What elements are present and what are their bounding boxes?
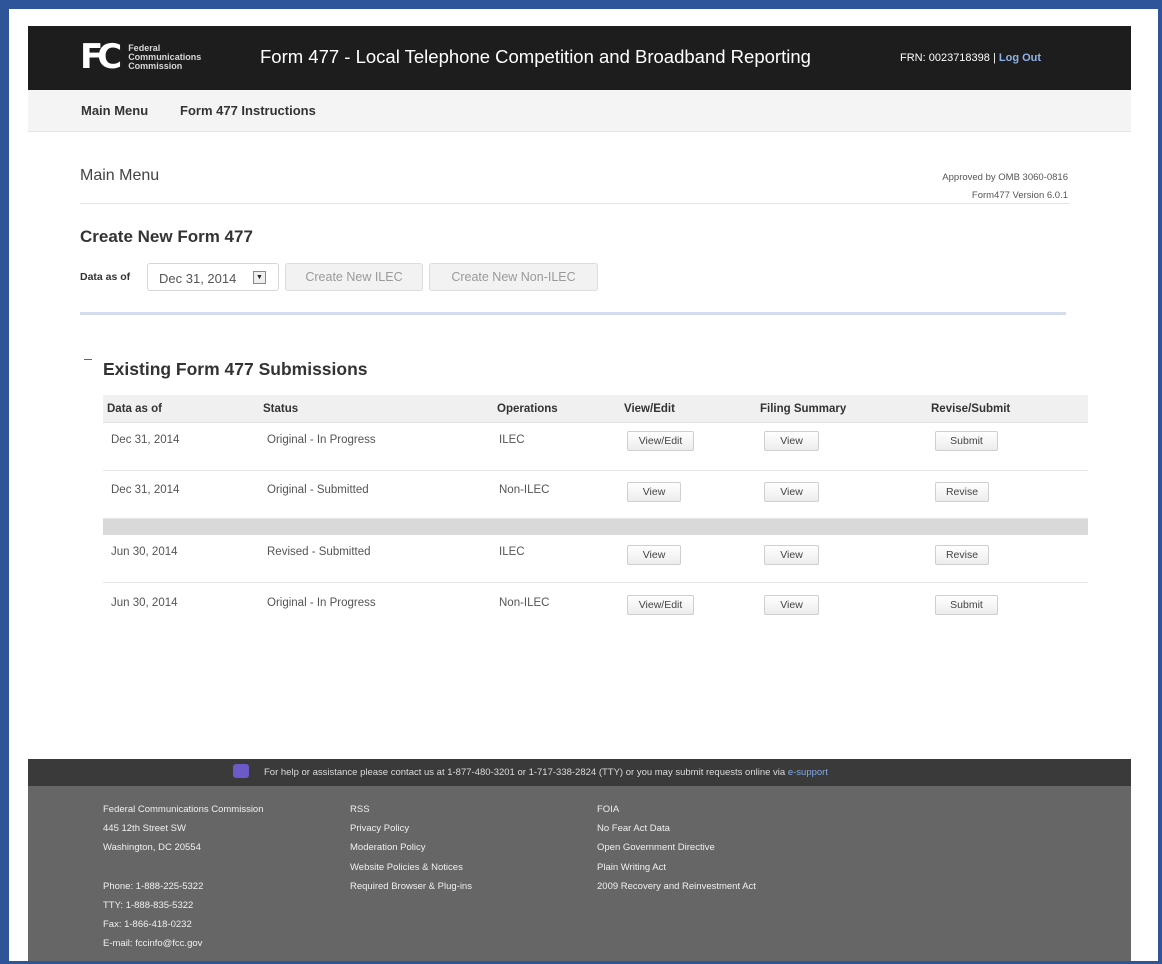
site-header: FC Federal Communications Commission For… [28,26,1131,90]
row-status: Revised - Submitted [267,546,371,558]
footer-link-no-fear[interactable]: No Fear Act Data [597,819,756,838]
app-title: Form 477 - Local Telephone Competition a… [260,46,811,67]
nav-bar: Main Menu Form 477 Instructions [28,90,1131,132]
view-button[interactable]: View [627,482,681,502]
row-date: Jun 30, 2014 [111,546,178,558]
table-row: Jun 30, 2014 Revised - Submitted ILEC Vi… [103,535,1088,583]
footer-link-browser-plugins[interactable]: Required Browser & Plug-ins [350,877,472,896]
filing-summary-view-button[interactable]: View [764,431,819,451]
row-operations: ILEC [499,434,525,446]
row-status: Original - In Progress [267,597,376,609]
filing-summary-view-button[interactable]: View [764,545,819,565]
row-status: Original - In Progress [267,434,376,446]
footer-link-rss[interactable]: RSS [350,800,472,819]
row-operations: Non-ILEC [499,597,550,609]
footer-address: Federal Communications Commission 445 12… [103,800,264,953]
revise-button[interactable]: Revise [935,545,989,565]
dropdown-arrow-icon[interactable]: ▼ [253,271,266,284]
nav-main-menu[interactable]: Main Menu [81,103,148,118]
col-header-data-as-of: Data as of [107,403,162,415]
frn-number: FRN: 0023718398 | [900,52,996,64]
footer-link-website-policies[interactable]: Website Policies & Notices [350,858,472,877]
section-divider [80,312,1066,315]
data-as-of-label: Data as of [80,271,131,283]
row-status: Original - Submitted [267,484,369,496]
footer-org-name: Federal Communications Commission [103,804,264,815]
footer-phone: Phone: 1-888-225-5322 [103,880,204,892]
table-row: Dec 31, 2014 Original - In Progress ILEC… [103,423,1088,471]
omb-approval: Approved by OMB 3060-0816 Form477 Versio… [942,169,1068,205]
logo-line-3: Commission [128,60,183,71]
col-header-view-edit: View/Edit [624,403,675,415]
help-text: For help or assistance please contact us… [264,767,828,778]
submit-button[interactable]: Submit [935,431,998,451]
window-frame-right [1158,0,1162,964]
omb-number: Approved by OMB 3060-0816 [942,172,1068,183]
view-edit-button[interactable]: View/Edit [627,431,694,451]
footer-link-open-gov[interactable]: Open Government Directive [597,838,756,857]
create-section-title: Create New Form 477 [80,227,253,246]
col-header-revise-submit: Revise/Submit [931,403,1011,415]
view-button[interactable]: View [627,545,681,565]
footer-link-privacy[interactable]: Privacy Policy [350,819,472,838]
revise-button[interactable]: Revise [935,482,989,502]
create-new-ilec-button[interactable]: Create New ILEC [285,263,423,291]
footer-city: Washington, DC 20554 [103,842,201,854]
data-as-of-select[interactable]: Dec 31, 2014 ▼ [147,263,279,291]
footer-link-plain-writing[interactable]: Plain Writing Act [597,858,756,877]
table-row: Jun 30, 2014 Original - In Progress Non-… [103,583,1088,631]
footer-fax: Fax: 1-866-418-0232 [103,919,192,931]
divider [80,203,1070,204]
user-info: FRN: 0023718398 | Log Out [900,52,1041,64]
row-date: Dec 31, 2014 [111,484,180,496]
fcc-logo-mark: FC [80,37,122,77]
table-row: Dec 31, 2014 Original - Submitted Non-IL… [103,471,1088,519]
footer-link-foia[interactable]: FOIA [597,800,756,819]
nav-form-instructions[interactable]: Form 477 Instructions [180,103,316,118]
row-operations: ILEC [499,546,525,558]
row-operations: Non-ILEC [499,484,550,496]
footer-links-col2: RSS Privacy Policy Moderation Policy Web… [350,800,472,896]
fcc-logo[interactable]: FC Federal Communications Commission [80,40,201,74]
fcc-logo-text: Federal Communications Commission [128,43,201,71]
chat-icon [233,764,249,778]
selected-date: Dec 31, 2014 [159,271,237,286]
col-header-operations: Operations [497,403,558,415]
existing-section-title: Existing Form 477 Submissions [103,359,368,379]
footer-email[interactable]: E-mail: fccinfo@fcc.gov [103,934,264,953]
filing-summary-view-button[interactable]: View [764,482,819,502]
window-frame-top [0,0,1162,9]
group-separator [103,519,1088,535]
col-header-status: Status [263,403,299,415]
footer-link-recovery-act[interactable]: 2009 Recovery and Reinvestment Act [597,877,756,896]
help-bar: For help or assistance please contact us… [28,759,1131,786]
view-edit-button[interactable]: View/Edit [627,595,694,615]
submit-button[interactable]: Submit [935,595,998,615]
e-support-link[interactable]: e-support [788,767,828,778]
row-date: Dec 31, 2014 [111,434,180,446]
footer-link-moderation[interactable]: Moderation Policy [350,838,472,857]
footer-tty: TTY: 1-888-835-5322 [103,899,194,911]
site-footer: Federal Communications Commission 445 12… [28,786,1131,961]
filing-summary-view-button[interactable]: View [764,595,819,615]
footer-links-col3: FOIA No Fear Act Data Open Government Di… [597,800,756,896]
page-title: Main Menu [80,167,160,184]
col-header-filing-summary: Filing Summary [760,403,847,415]
create-new-non-ilec-button[interactable]: Create New Non-ILEC [429,263,598,291]
help-message: For help or assistance please contact us… [264,767,786,778]
row-date: Jun 30, 2014 [111,597,178,609]
footer-street: 445 12th Street SW [103,823,186,835]
window-frame-left [0,0,9,964]
table-header: Data as of Status Operations View/Edit F… [103,395,1088,423]
collapse-marker [84,359,92,360]
logout-link[interactable]: Log Out [999,52,1041,64]
